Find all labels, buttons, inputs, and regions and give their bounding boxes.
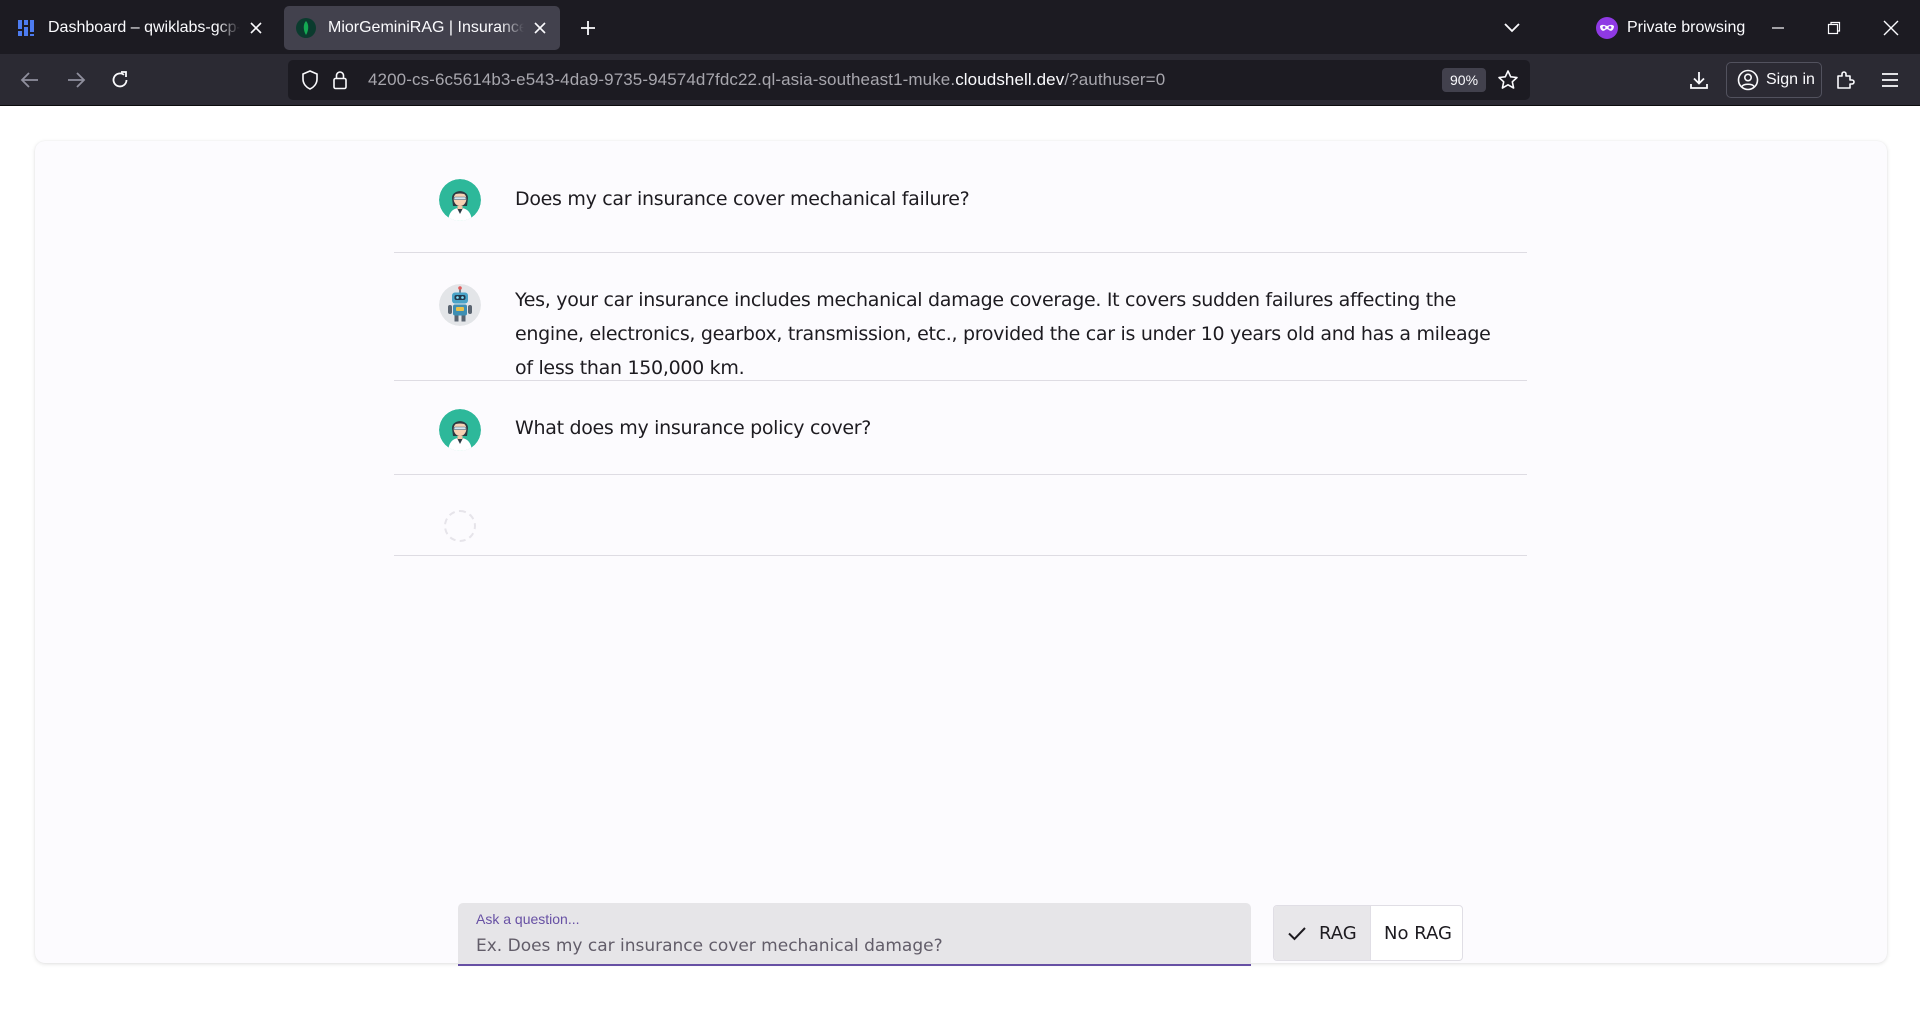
restore-window-icon[interactable] xyxy=(1818,12,1850,44)
browser-navigation-toolbar: 4200-cs-6c5614b3-e543-4da9-9735-94574d7f… xyxy=(0,54,1920,106)
lock-icon[interactable] xyxy=(328,68,352,92)
question-input[interactable] xyxy=(476,933,1226,959)
chat-message-assistant: Yes, your car insurance includes mechani… xyxy=(394,253,1527,381)
rag-mode-toggle: RAG No RAG xyxy=(1273,905,1463,961)
browser-tab-strip: Dashboard – qwiklabs-gcp-00-e MiorGemini… xyxy=(0,0,1920,54)
page-viewport: Does my car insurance cover mechanical f… xyxy=(0,107,1920,1020)
no-rag-option-button[interactable]: No RAG xyxy=(1371,906,1462,960)
no-rag-option-label: No RAG xyxy=(1384,922,1452,944)
sign-in-label: Sign in xyxy=(1766,71,1815,88)
close-window-icon[interactable] xyxy=(1875,12,1907,44)
new-tab-plus-icon[interactable] xyxy=(574,14,602,42)
account-icon xyxy=(1737,69,1759,91)
private-browsing-indicator: Private browsing xyxy=(1596,14,1745,42)
message-text: What does my insurance policy cover? xyxy=(515,417,872,439)
question-field-label: Ask a question... xyxy=(476,911,580,927)
url-text: 4200-cs-6c5614b3-e543-4da9-9735-94574d7f… xyxy=(368,70,1165,90)
dashboard-favicon-icon xyxy=(16,18,36,38)
url-host: cloudshell.dev xyxy=(955,70,1065,89)
tracking-protection-shield-icon[interactable] xyxy=(298,68,322,92)
bookmark-star-icon[interactable] xyxy=(1494,66,1522,94)
minimize-window-icon[interactable] xyxy=(1762,12,1794,44)
list-all-tabs-chevron-down-icon[interactable] xyxy=(1498,14,1526,42)
chat-message-user: What does my insurance policy cover? xyxy=(394,381,1527,475)
close-tab-icon[interactable] xyxy=(244,16,268,40)
robot-avatar-icon xyxy=(439,284,481,326)
leaf-favicon-icon xyxy=(296,18,316,38)
url-suffix: /?authuser=0 xyxy=(1064,70,1166,89)
tab-title: MiorGeminiRAG | Insurance Assistant xyxy=(328,19,524,36)
url-prefix: 4200-cs-6c5614b3-e543-4da9-9735-94574d7f… xyxy=(368,70,956,89)
tab-insurance-assistant[interactable]: MiorGeminiRAG | Insurance Assistant xyxy=(284,6,560,50)
check-icon xyxy=(1288,927,1306,941)
hamburger-menu-icon[interactable] xyxy=(1874,64,1906,96)
chat-card: Does my car insurance cover mechanical f… xyxy=(35,141,1887,966)
tab-title: Dashboard – qwiklabs-gcp-00-e xyxy=(48,19,240,36)
question-field[interactable]: Ask a question... xyxy=(458,903,1251,966)
rag-option-button[interactable]: RAG xyxy=(1274,906,1371,960)
forward-arrow-icon[interactable] xyxy=(60,64,92,96)
message-text: Yes, your car insurance includes mechani… xyxy=(515,289,1491,379)
user-avatar-icon xyxy=(439,409,481,451)
zoom-level-badge[interactable]: 90% xyxy=(1442,68,1487,92)
sign-in-button[interactable]: Sign in xyxy=(1726,62,1822,98)
private-browsing-label: Private browsing xyxy=(1627,19,1746,36)
tab-dashboard[interactable]: Dashboard – qwiklabs-gcp-00-e xyxy=(4,6,276,50)
reload-icon[interactable] xyxy=(104,64,136,96)
chat-message-assistant-pending xyxy=(394,475,1527,556)
extensions-puzzle-icon[interactable] xyxy=(1829,64,1861,96)
message-text: Does my car insurance cover mechanical f… xyxy=(515,188,970,210)
back-arrow-icon[interactable] xyxy=(14,64,46,96)
private-mask-icon xyxy=(1596,17,1618,39)
chat-message-user: Does my car insurance cover mechanical f… xyxy=(394,141,1527,253)
address-bar[interactable]: 4200-cs-6c5614b3-e543-4da9-9735-94574d7f… xyxy=(288,60,1530,100)
downloads-icon[interactable] xyxy=(1683,64,1715,96)
loading-spinner-icon xyxy=(444,510,476,542)
rag-option-label: RAG xyxy=(1319,922,1357,944)
close-tab-icon[interactable] xyxy=(528,16,552,40)
user-avatar-icon xyxy=(439,179,481,221)
chat-transcript: Does my car insurance cover mechanical f… xyxy=(394,141,1527,556)
